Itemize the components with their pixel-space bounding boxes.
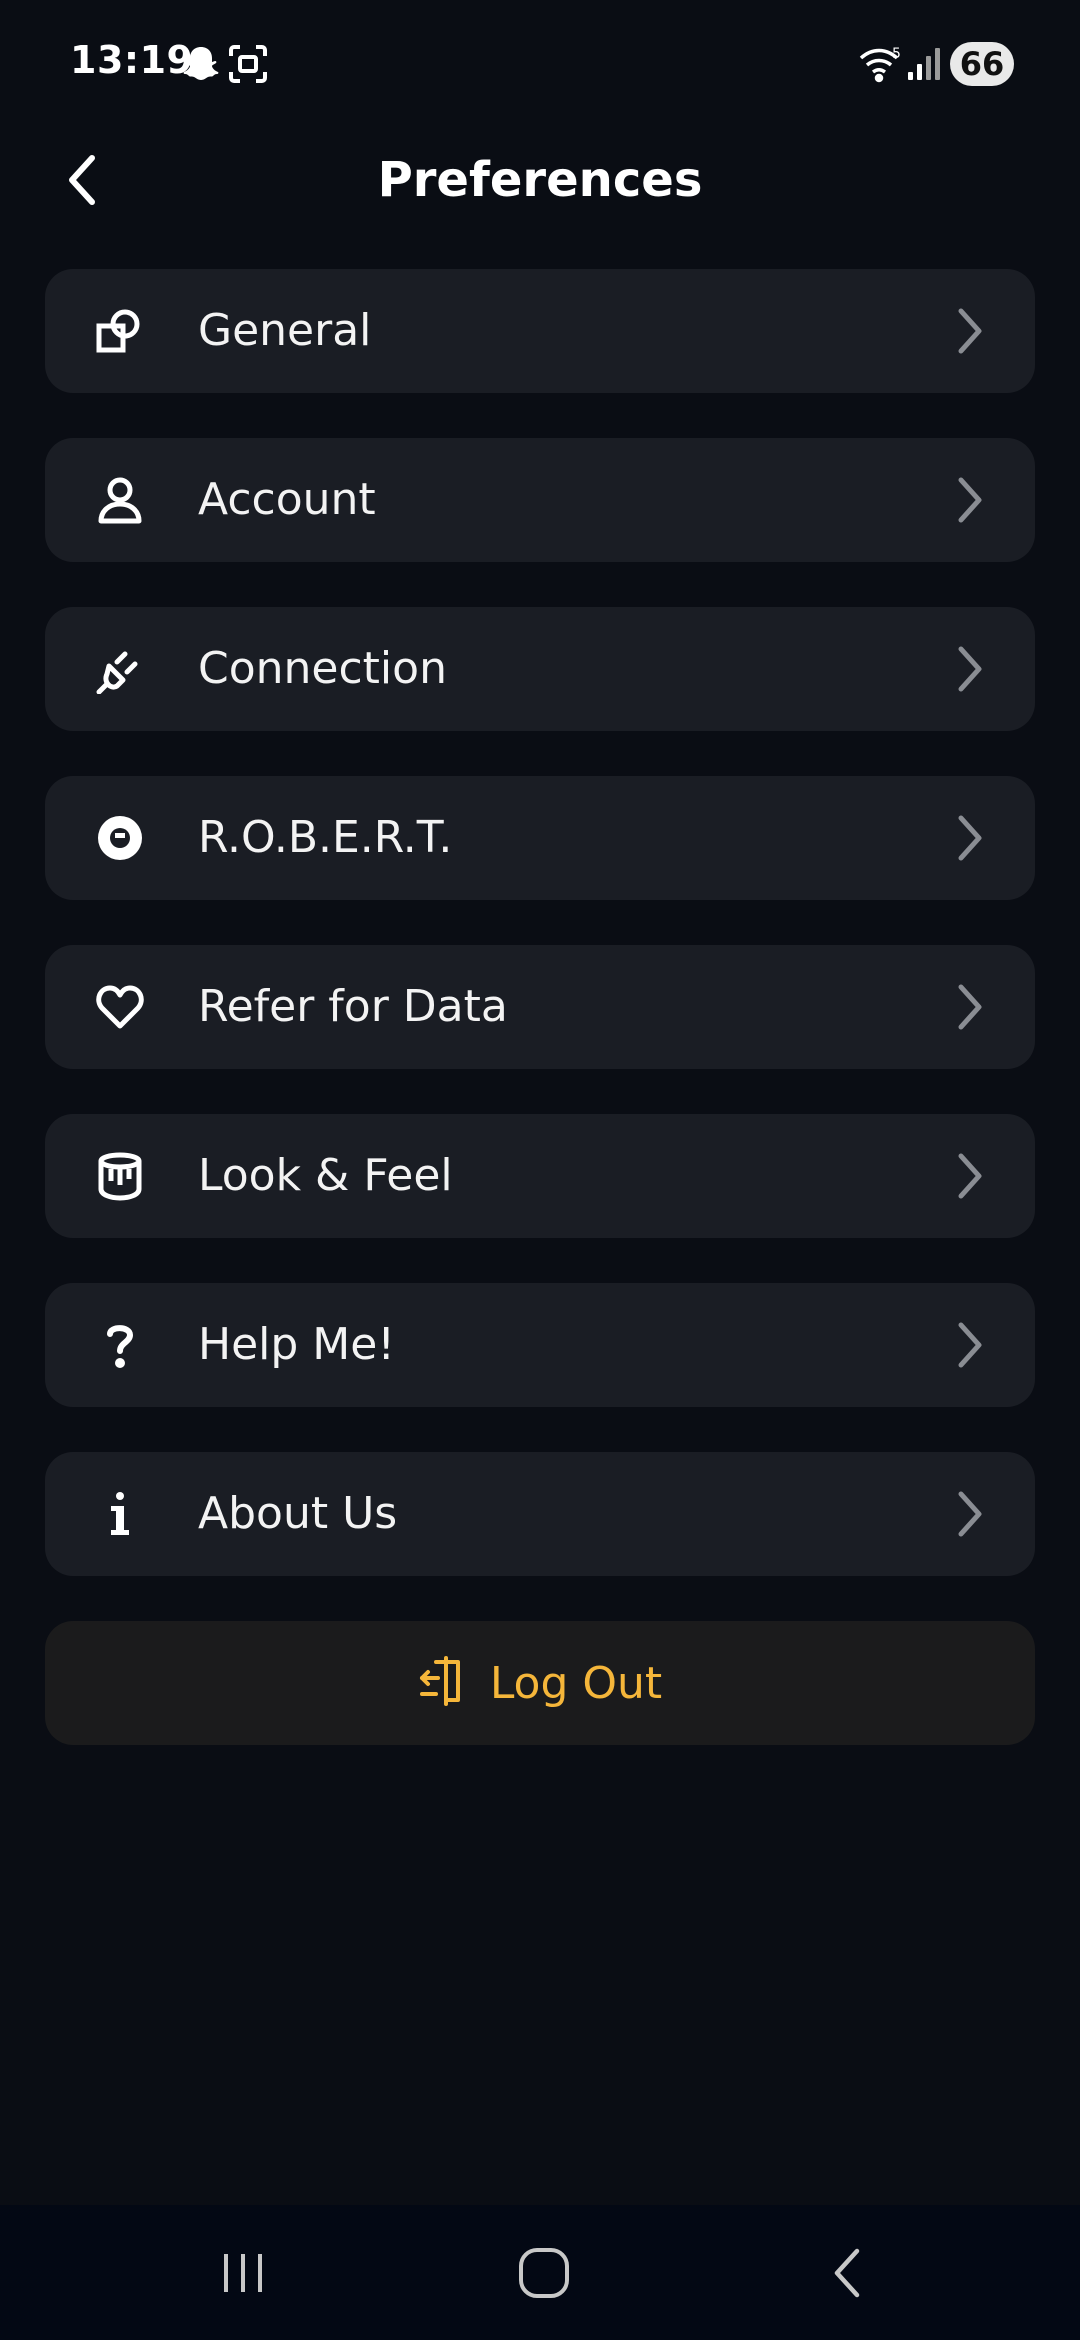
user-icon	[90, 470, 150, 530]
robot-face-icon	[90, 808, 150, 868]
back-icon	[834, 2248, 860, 2298]
logout-door-icon	[418, 1656, 462, 1710]
chevron-right-icon	[945, 813, 995, 863]
menu-item-label: Look & Feel	[198, 1150, 453, 1201]
menu-item-label: Refer for Data	[198, 981, 508, 1032]
status-time: 13:19	[70, 38, 194, 82]
menu-item-robert[interactable]: R.O.B.E.R.T.	[45, 776, 1035, 900]
chevron-right-icon	[945, 475, 995, 525]
chevron-right-icon	[945, 306, 995, 356]
chevron-right-icon	[945, 1151, 995, 1201]
paint-bucket-icon	[90, 1146, 150, 1206]
menu-item-refer-for-data[interactable]: Refer for Data	[45, 945, 1035, 1069]
question-icon	[90, 1315, 150, 1375]
menu-item-help-me[interactable]: Help Me!	[45, 1283, 1035, 1407]
info-icon	[90, 1484, 150, 1544]
menu-item-look-and-feel[interactable]: Look & Feel	[45, 1114, 1035, 1238]
header: Preferences	[0, 130, 1080, 230]
signal-icon	[906, 44, 942, 88]
preferences-menu: General Account Connection R.O.B.E.R.T.	[45, 269, 1035, 1621]
snapchat-icon	[182, 44, 220, 88]
home-button[interactable]	[509, 2241, 579, 2305]
recent-apps-button[interactable]	[208, 2241, 278, 2305]
menu-item-about-us[interactable]: About Us	[45, 1452, 1035, 1576]
menu-item-general[interactable]: General	[45, 269, 1035, 393]
menu-item-label: Account	[198, 474, 376, 525]
battery-indicator: 66	[950, 42, 1014, 86]
recent-apps-icon	[224, 2254, 262, 2292]
page-title: Preferences	[377, 152, 703, 208]
home-icon	[519, 2248, 569, 2298]
status-bar: 13:19 5 66	[0, 0, 1080, 120]
logout-button[interactable]: Log Out	[45, 1621, 1035, 1745]
menu-item-label: Help Me!	[198, 1319, 395, 1370]
menu-item-connection[interactable]: Connection	[45, 607, 1035, 731]
chevron-right-icon	[945, 982, 995, 1032]
menu-item-label: General	[198, 305, 372, 356]
plug-icon	[90, 639, 150, 699]
menu-item-account[interactable]: Account	[45, 438, 1035, 562]
menu-item-label: Connection	[198, 643, 447, 694]
system-nav-bar	[0, 2205, 1080, 2340]
shapes-icon	[90, 301, 150, 361]
menu-item-label: About Us	[198, 1488, 398, 1539]
screen-capture-icon	[228, 44, 268, 88]
heart-icon	[90, 977, 150, 1037]
system-back-button[interactable]	[812, 2241, 882, 2305]
chevron-right-icon	[945, 1320, 995, 1370]
wifi-icon: 5	[858, 44, 904, 88]
chevron-right-icon	[945, 644, 995, 694]
menu-item-label: R.O.B.E.R.T.	[198, 812, 453, 863]
svg-text:5: 5	[892, 46, 901, 62]
chevron-right-icon	[945, 1489, 995, 1539]
logout-label: Log Out	[489, 1657, 663, 1709]
